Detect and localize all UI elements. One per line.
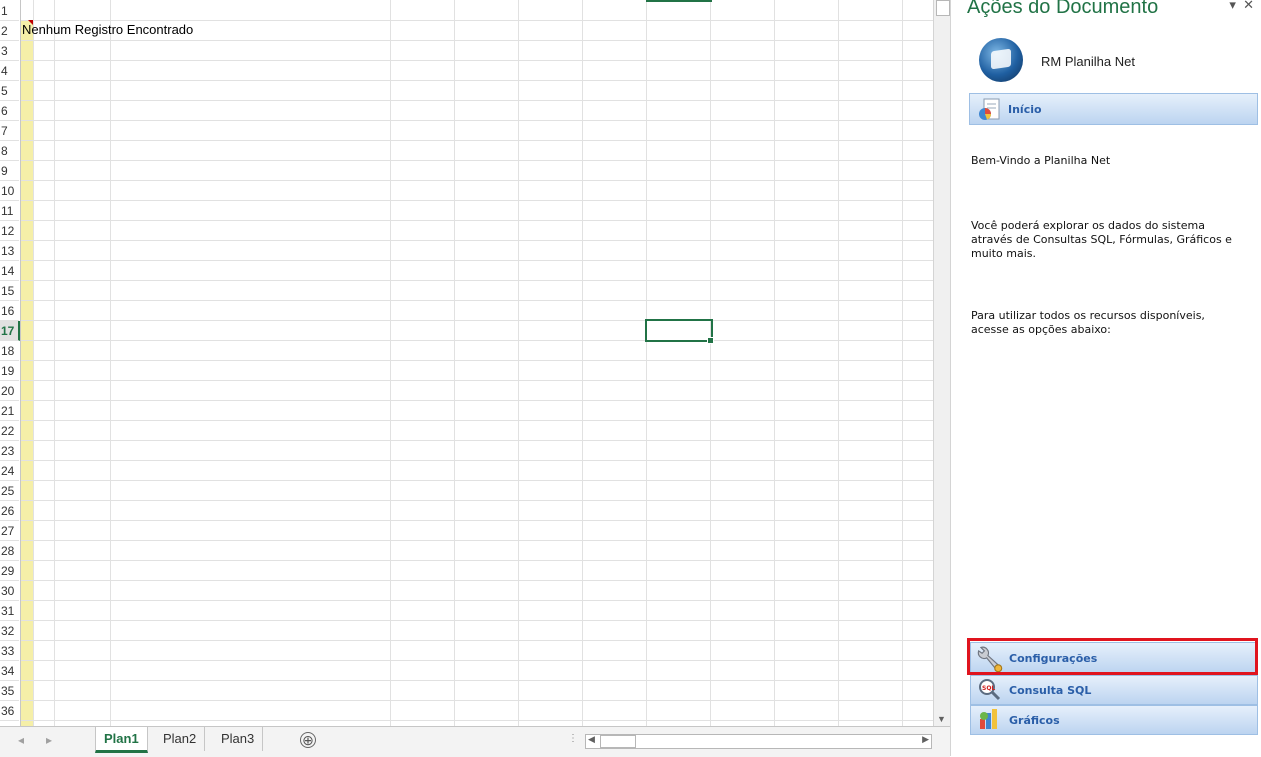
pane-controls: ▾ ✕ — [1229, 0, 1254, 13]
row-header[interactable]: 4 — [0, 61, 19, 81]
grid-column-lines — [21, 0, 933, 726]
vertical-scroll-thumb[interactable] — [936, 0, 950, 16]
row-header[interactable]: 26 — [0, 501, 19, 521]
welcome-text: Bem-Vindo a Planilha Net — [971, 154, 1111, 167]
app-name: RM Planilha Net — [1041, 54, 1135, 69]
row-header[interactable]: 23 — [0, 441, 19, 461]
add-sheet-icon[interactable]: ⊕ — [300, 732, 316, 748]
row-header[interactable]: 18 — [0, 341, 19, 361]
row-header[interactable]: 5 — [0, 81, 19, 101]
row-header[interactable]: 12 — [0, 221, 19, 241]
row-header[interactable]: 31 — [0, 601, 19, 621]
row-header[interactable]: 11 — [0, 201, 19, 221]
row-headers[interactable]: 1 2 3 4 5 6 7 8 9 10 11 12 13 14 15 16 17 18 19 20 21 22 23 24 2… — [0, 0, 21, 726]
row-header[interactable]: 16 — [0, 301, 19, 321]
row-header[interactable]: 1 — [0, 1, 19, 21]
row-header[interactable]: 13 — [0, 241, 19, 261]
document-actions-pane: Ações do Documento ▾ ✕ RM Planilha Net I… — [950, 0, 1261, 756]
row-header[interactable]: 30 — [0, 581, 19, 601]
row-header[interactable]: 8 — [0, 141, 19, 161]
svg-text:SQL: SQL — [982, 685, 995, 692]
horizontal-scroll-thumb[interactable] — [600, 735, 636, 748]
graficos-button[interactable]: Gráficos — [970, 705, 1258, 735]
row-header[interactable]: 2 — [0, 21, 19, 41]
sheet-next-arrow-icon[interactable]: ▸ — [46, 733, 52, 747]
scroll-right-arrow-icon[interactable]: ▶ — [922, 734, 929, 745]
fill-handle[interactable] — [707, 337, 714, 344]
tab-plan3[interactable]: Plan3 — [213, 727, 264, 751]
inicio-button[interactable]: Início — [969, 93, 1258, 125]
configuracoes-highlight — [967, 638, 1258, 675]
pane-title: Ações do Documento — [967, 0, 1159, 18]
sql-search-icon: SQL — [979, 679, 1001, 701]
sheet-prev-arrow-icon[interactable]: ◂ — [18, 733, 24, 747]
row-header[interactable]: 9 — [0, 161, 19, 181]
row-header[interactable]: 36 — [0, 701, 19, 721]
bar-chart-icon — [980, 709, 997, 729]
tab-plan2[interactable]: Plan2 — [155, 727, 206, 751]
scroll-left-arrow-icon[interactable]: ◀ — [588, 734, 595, 745]
row-header[interactable]: 29 — [0, 561, 19, 581]
row-header[interactable]: 35 — [0, 681, 19, 701]
row-header[interactable]: 10 — [0, 181, 19, 201]
inicio-label: Início — [1008, 103, 1042, 116]
row-header[interactable]: 33 — [0, 641, 19, 661]
active-column-indicator — [646, 0, 712, 2]
cell-b2[interactable]: Nenhum Registro Encontrado — [22, 22, 193, 37]
row-header[interactable]: 14 — [0, 261, 19, 281]
row-header[interactable]: 34 — [0, 661, 19, 681]
row-header[interactable]: 15 — [0, 281, 19, 301]
sheet-tab-bar: ◂ ▸ Plan1 Plan2 Plan3 ⊕ ⋮ ◀ ▶ — [0, 726, 950, 757]
row-header[interactable]: 24 — [0, 461, 19, 481]
spreadsheet-grid[interactable]: 1 2 3 4 5 6 7 8 9 10 11 12 13 14 15 16 17 18 19 20 21 22 23 24 2… — [0, 0, 933, 726]
row-header[interactable]: 28 — [0, 541, 19, 561]
instructions-text: Para utilizar todos os recursos disponív… — [971, 309, 1205, 336]
row-header[interactable]: 17 — [0, 321, 20, 341]
vertical-scrollbar[interactable]: ▼ — [933, 0, 951, 726]
rm-logo-icon — [979, 38, 1023, 82]
graficos-label: Gráficos — [1009, 714, 1060, 727]
row-header[interactable]: 22 — [0, 421, 19, 441]
row-header[interactable]: 21 — [0, 401, 19, 421]
row-header[interactable]: 6 — [0, 101, 19, 121]
consulta-sql-label: Consulta SQL — [1009, 684, 1092, 697]
tab-plan1[interactable]: Plan1 — [95, 727, 148, 753]
row-header[interactable]: 32 — [0, 621, 19, 641]
description-text: Você poderá explorar os dados do sistema… — [971, 219, 1232, 260]
row-header[interactable]: 20 — [0, 381, 19, 401]
horizontal-scrollbar[interactable]: ◀ ▶ — [585, 734, 932, 749]
row-header[interactable]: 19 — [0, 361, 19, 381]
pane-options-icon[interactable]: ▾ — [1229, 0, 1236, 12]
row-header[interactable]: 27 — [0, 521, 19, 541]
row-header[interactable]: 7 — [0, 121, 19, 141]
splitter-handle-icon[interactable]: ⋮ — [568, 733, 578, 744]
row-header[interactable]: 25 — [0, 481, 19, 501]
selected-cell[interactable] — [645, 319, 713, 342]
close-icon[interactable]: ✕ — [1243, 0, 1254, 12]
scroll-down-arrow-icon[interactable]: ▼ — [937, 714, 946, 724]
row-header[interactable]: 3 — [0, 41, 19, 61]
document-chart-icon — [979, 98, 1000, 120]
consulta-sql-button[interactable]: SQL Consulta SQL — [970, 675, 1258, 705]
